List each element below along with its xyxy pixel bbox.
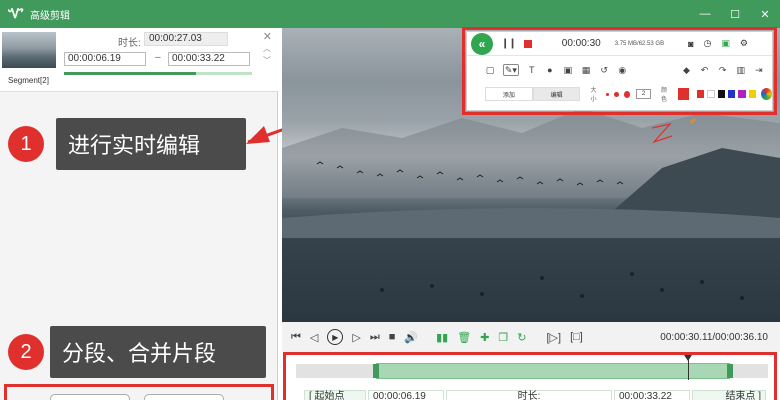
merge-button[interactable] xyxy=(144,394,224,400)
player-time: 00:00:30.11/00:00:36.10 xyxy=(660,332,768,343)
segment-progress-fill xyxy=(64,72,196,75)
window-title: 高级剪辑 xyxy=(30,10,70,22)
player-controls: ⏮ ◁ ▶ ▷ ⏭ ■ 🔊 ▮▮ 🗑 ✚ ❐ ↻ [▷] [□] 00:00:3… xyxy=(282,322,780,352)
stop-button[interactable]: ■ xyxy=(389,331,396,343)
duration-label: 时长: xyxy=(118,38,141,49)
minimize-button[interactable]: — xyxy=(690,0,720,28)
volume-icon[interactable]: 🔊 xyxy=(404,331,418,344)
callout-number-1: 1 xyxy=(8,126,44,162)
play-button[interactable]: ▶ xyxy=(327,329,344,345)
mark-in-icon[interactable]: [▷] xyxy=(547,331,562,344)
end-time-input[interactable]: 00:00:33.22 xyxy=(614,390,690,400)
add-icon[interactable]: ✚ xyxy=(480,331,489,344)
callout-split-merge: 分段、合并片段 xyxy=(50,326,266,378)
segment-start-input[interactable]: 00:00:06.19 xyxy=(64,52,146,66)
mark-out-icon[interactable]: [□] xyxy=(570,331,583,343)
step-back-icon[interactable]: ◁ xyxy=(310,331,318,344)
window-controls: — ☐ ✕ xyxy=(690,0,780,28)
segment-card[interactable]: Segment[2] 时长: 00:00:27.03 ✕ ︿ ﹀ 00:00:0… xyxy=(0,28,278,92)
timeline-duration-label: 时长: xyxy=(446,390,612,400)
segment-thumbnail[interactable] xyxy=(2,32,56,68)
split-button[interactable] xyxy=(50,394,130,400)
segment-end-input[interactable]: 00:00:33.22 xyxy=(168,52,250,66)
go-start-icon[interactable]: ⏮ xyxy=(291,331,301,344)
pen-annotation-icon xyxy=(651,118,696,144)
time-separator: – xyxy=(155,52,161,63)
split-icon[interactable]: ▮▮ xyxy=(436,331,448,344)
go-end-icon[interactable]: ⏭ xyxy=(370,331,380,344)
callout-realtime-edit: 进行实时编辑 xyxy=(56,118,246,170)
recording-toolbar-highlight xyxy=(462,27,777,115)
duration-value: 00:00:27.03 xyxy=(144,32,228,46)
title-bar: Ꮙ 高级剪辑 — ☐ ✕ xyxy=(0,0,780,28)
step-forward-icon[interactable]: ▷ xyxy=(352,331,360,344)
segment-buttons-highlight xyxy=(4,384,274,400)
close-button[interactable]: ✕ xyxy=(750,0,780,28)
start-time-input[interactable]: 00:00:06.19 xyxy=(368,390,444,400)
segment-delete-icon[interactable]: ✕ xyxy=(263,30,272,43)
app-logo-icon: Ꮙ xyxy=(8,6,24,21)
segment-name: Segment[2] xyxy=(8,76,49,85)
start-point-button[interactable]: [ 起始点 xyxy=(304,390,366,400)
copy-icon[interactable]: ❐ xyxy=(498,331,508,344)
move-up-icon[interactable]: ︿ xyxy=(263,43,271,54)
refresh-icon[interactable]: ↻ xyxy=(517,331,526,344)
segment-progress-bar xyxy=(64,72,252,75)
callout-number-2: 2 xyxy=(8,334,44,370)
maximize-button[interactable]: ☐ xyxy=(720,0,750,28)
trash-icon[interactable]: 🗑 xyxy=(457,331,471,344)
end-point-button[interactable]: 结束点 ] xyxy=(692,390,766,400)
